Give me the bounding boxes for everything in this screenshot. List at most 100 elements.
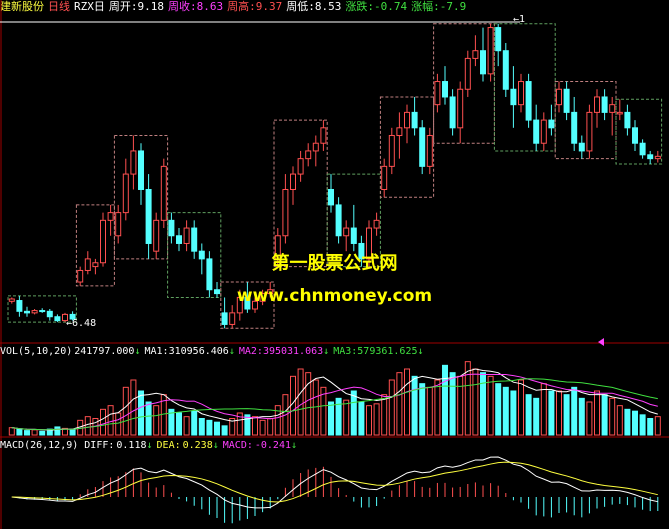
candle-body-53 xyxy=(411,111,418,129)
candle-body-62 xyxy=(480,50,486,75)
ma3-label: MA3: xyxy=(333,346,358,357)
ma1-arrow: ↓ xyxy=(228,346,235,357)
candle-body-84 xyxy=(647,154,654,160)
candle-body-64 xyxy=(495,27,502,52)
volume-bar-18 xyxy=(145,401,152,436)
volume-bar-73 xyxy=(563,394,570,436)
candle-body-74 xyxy=(571,111,578,144)
volume-bar-48 xyxy=(373,403,380,436)
diff-value: 0.118 xyxy=(116,440,147,451)
volume-bar-0 xyxy=(8,427,15,436)
volume-bar-8 xyxy=(69,429,76,436)
candle-body-83 xyxy=(639,142,646,156)
ma1-label: MA1: xyxy=(144,346,169,357)
volume-bar-57 xyxy=(442,364,448,436)
candle-body-38 xyxy=(297,158,304,175)
volume-bar-32 xyxy=(252,416,258,436)
ma1-value: 310956.406 xyxy=(168,346,229,357)
candle-body-81 xyxy=(624,111,631,129)
volume-bar-68 xyxy=(525,394,532,436)
high-price-label: ←1 xyxy=(513,14,525,25)
dea-label: DEA: xyxy=(156,440,181,451)
candle-body-28 xyxy=(221,312,228,325)
volume-bar-54 xyxy=(419,383,426,436)
volume-bar-16 xyxy=(130,379,137,436)
candle-body-55 xyxy=(426,135,433,167)
candle-body-80 xyxy=(616,111,623,115)
candle-body-44 xyxy=(343,227,350,237)
volume-bar-56 xyxy=(434,379,441,436)
macd-header: MACD(26,12,9) DIFF: 0.118↓ DEA: 0.238↓ MACD: -… xyxy=(0,439,301,453)
candle-body-72 xyxy=(556,88,562,106)
volume-bar-61 xyxy=(472,368,479,436)
volume-bar-62 xyxy=(480,372,486,436)
candle-body-3 xyxy=(31,310,38,314)
candle-body-40 xyxy=(312,142,319,152)
volume-bar-66 xyxy=(510,390,517,436)
volume-bar-50 xyxy=(388,379,395,436)
candle-body-23 xyxy=(183,227,190,244)
volume-bar-34 xyxy=(267,418,274,436)
candle-body-50 xyxy=(388,135,395,167)
volume-bar-70 xyxy=(540,383,547,436)
candle-body-21 xyxy=(168,219,175,237)
vol-value: 241797.000 xyxy=(74,346,135,357)
volume-bar-28 xyxy=(221,425,228,436)
low-price-label: ←6.48 xyxy=(66,318,96,329)
volume-bar-49 xyxy=(381,394,388,436)
volume-bar-63 xyxy=(487,375,494,436)
volume-header: VOL(5,10,20) 241797.000↓ MA1:310956.406↓ MA… xyxy=(0,345,428,359)
candle-body-36 xyxy=(282,188,289,237)
candle-body-24 xyxy=(191,227,198,252)
watermark-url: www.chnmoney.com xyxy=(236,286,433,306)
candle-body-29 xyxy=(229,312,236,325)
volume-bar-82 xyxy=(632,410,638,436)
candle-body-51 xyxy=(396,127,403,137)
volume-bar-71 xyxy=(548,390,555,436)
volume-bar-46 xyxy=(358,401,365,436)
candle-body-78 xyxy=(601,96,608,113)
candle-body-14 xyxy=(115,212,122,237)
volume-bar-6 xyxy=(54,426,61,436)
candle-body-52 xyxy=(404,111,410,129)
volume-bar-78 xyxy=(601,394,608,436)
candle-body-37 xyxy=(290,173,296,190)
candle-body-67 xyxy=(518,81,524,106)
volume-bar-79 xyxy=(609,397,616,436)
dea-value: 0.238 xyxy=(182,440,213,451)
candle-body-19 xyxy=(153,219,160,252)
candle-body-15 xyxy=(122,173,129,214)
volume-bar-64 xyxy=(495,383,502,436)
week-box-5 xyxy=(273,119,328,268)
volume-bar-44 xyxy=(343,399,350,436)
candle-body-60 xyxy=(464,57,471,90)
candle-body-42 xyxy=(328,188,334,206)
volume-bar-22 xyxy=(176,412,182,436)
volume-bar-23 xyxy=(183,416,190,436)
volume-bar-26 xyxy=(206,419,213,436)
candle-body-22 xyxy=(176,235,182,244)
candle-body-48 xyxy=(373,219,380,229)
ma3-arrow: ↓ xyxy=(417,346,424,357)
volume-bar-74 xyxy=(571,386,578,436)
candle-body-66 xyxy=(510,88,517,106)
volume-bar-42 xyxy=(328,401,334,436)
volume-bar-2 xyxy=(24,430,30,436)
volume-bar-83 xyxy=(639,414,646,436)
candle-body-45 xyxy=(350,227,357,244)
candle-body-41 xyxy=(320,127,327,144)
ma3-value: 579361.625 xyxy=(357,346,418,357)
volume-bar-33 xyxy=(259,419,266,436)
volume-bar-59 xyxy=(457,375,464,436)
candle-body-75 xyxy=(578,142,585,152)
candle-body-43 xyxy=(335,204,342,237)
volume-bar-75 xyxy=(578,397,585,436)
candle-body-71 xyxy=(548,119,555,129)
candle-body-17 xyxy=(138,150,144,190)
candle-body-77 xyxy=(594,96,600,113)
candle-body-61 xyxy=(472,50,479,59)
macd-val-arrow: ↓ xyxy=(291,440,298,451)
week-box-11 xyxy=(615,98,663,165)
candle-body-6 xyxy=(54,316,61,322)
candle-body-68 xyxy=(525,81,532,121)
